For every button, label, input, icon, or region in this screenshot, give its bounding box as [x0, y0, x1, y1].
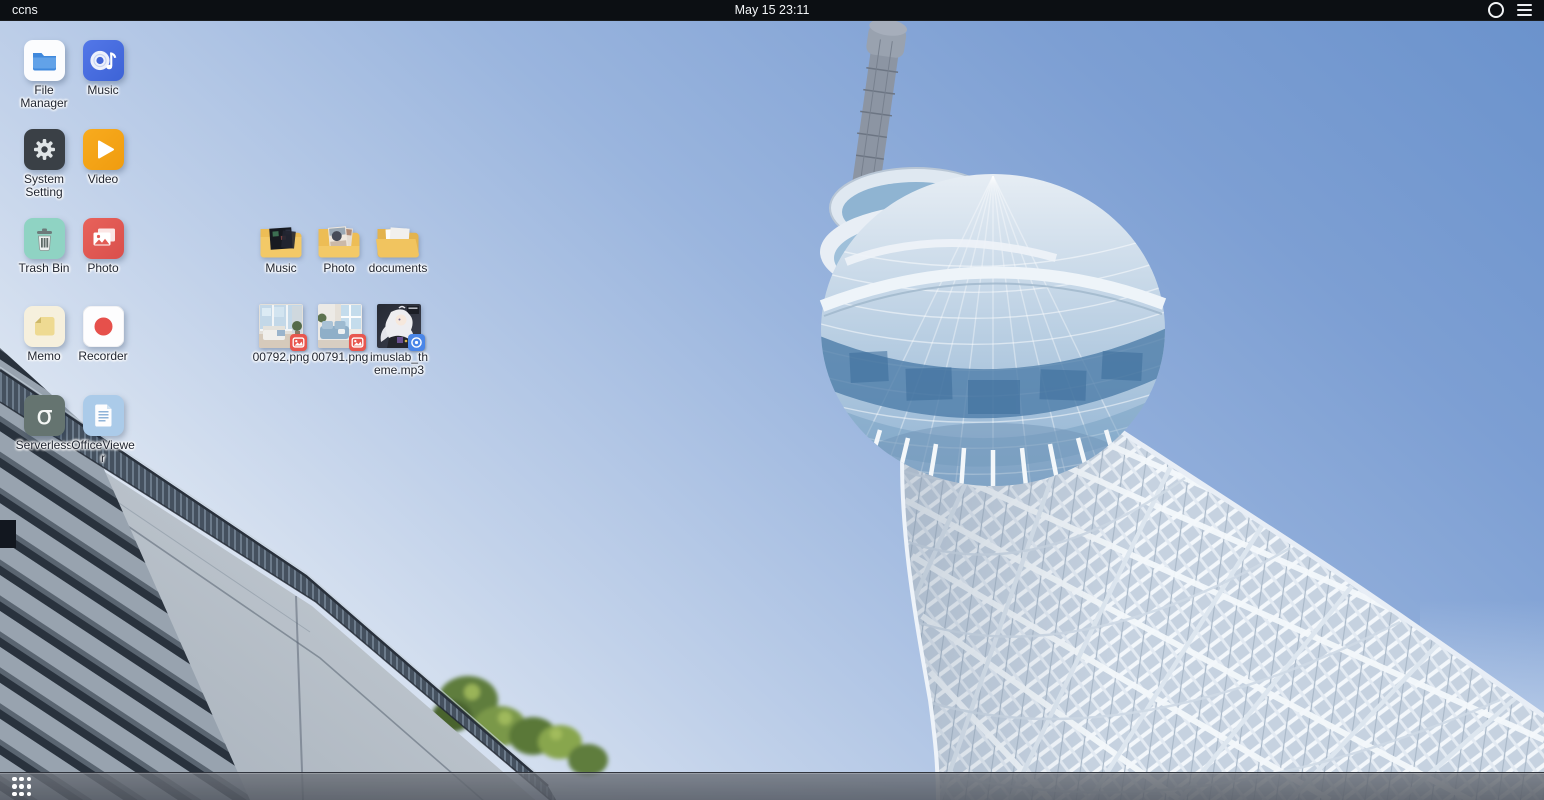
- folder-label: documents: [369, 262, 428, 275]
- music-app-icon: [83, 40, 124, 81]
- folder-icon: [258, 222, 304, 259]
- document-icon: [83, 395, 124, 436]
- sigma-icon: σ: [24, 395, 65, 436]
- desktop-icon-music-app[interactable]: Music: [71, 40, 135, 97]
- topbar-icons: [1488, 2, 1532, 18]
- desktop-icon-photo-app[interactable]: Photo: [71, 218, 135, 275]
- desktop-icon-trash-bin[interactable]: Trash Bin: [12, 218, 76, 275]
- desktop-icon-video[interactable]: Video: [71, 129, 135, 186]
- hostname-label: ccns: [12, 3, 38, 17]
- menu-icon[interactable]: [1517, 4, 1532, 17]
- open-folder-icon: [375, 222, 421, 259]
- folder-icon: [316, 222, 362, 259]
- clock-label: May 15 23:11: [0, 3, 1544, 17]
- image-badge-icon: [349, 334, 366, 351]
- icon-label: Trash Bin: [19, 262, 70, 275]
- image-badge-icon: [290, 334, 307, 351]
- app-launcher-button[interactable]: [12, 777, 31, 796]
- loading-circle-icon[interactable]: [1488, 2, 1504, 18]
- desktop-folder-photo[interactable]: Photo: [307, 222, 371, 275]
- desktop-icon-serverless[interactable]: σ Serverless: [12, 395, 76, 452]
- desktop-icon-file-manager[interactable]: File Manager: [12, 40, 76, 110]
- folder-label: Music: [265, 262, 296, 275]
- play-icon: [83, 129, 124, 170]
- desktop-folder-documents[interactable]: documents: [366, 222, 430, 275]
- desktop-file-00791-png[interactable]: 00791.png: [308, 304, 372, 364]
- icon-label: Video: [88, 173, 118, 186]
- icon-label: Serverless: [16, 439, 73, 452]
- desktop-icon-memo[interactable]: Memo: [12, 306, 76, 363]
- desktop-file-imuslab-theme-mp3[interactable]: imuslab_theme.mp3: [367, 304, 431, 377]
- icon-label: Music: [87, 84, 118, 97]
- top-bar: ccns May 15 23:11: [0, 0, 1544, 21]
- icon-label: File Manager: [12, 84, 76, 110]
- file-label: 00791.png: [312, 351, 369, 364]
- file-label: 00792.png: [253, 351, 310, 364]
- desktop-folder-music[interactable]: Music: [249, 222, 313, 275]
- trash-icon: [24, 218, 65, 259]
- photo-app-icon: [83, 218, 124, 259]
- file-manager-icon: [24, 40, 65, 81]
- app-grid-icon: [12, 777, 17, 782]
- desktop-icon-officeviewer[interactable]: OfficeViewer: [71, 395, 135, 465]
- icon-label: System Setting: [12, 173, 76, 199]
- sticky-note-icon: [24, 306, 65, 347]
- record-dot-icon: [83, 306, 124, 347]
- file-label: imuslab_theme.mp3: [367, 351, 431, 377]
- folder-label: Photo: [323, 262, 354, 275]
- audio-badge-icon: [408, 334, 425, 351]
- svg-text:σ: σ: [36, 401, 52, 431]
- desktop-icon-system-setting[interactable]: System Setting: [12, 129, 76, 199]
- desktop-file-00792-png[interactable]: 00792.png: [249, 304, 313, 364]
- wallpaper-skytree-photo: [0, 0, 1544, 800]
- gear-icon: [24, 129, 65, 170]
- desktop-screen: ccns May 15 23:11 File Manager Music: [0, 0, 1544, 800]
- icon-label: Photo: [87, 262, 118, 275]
- taskbar: [0, 772, 1544, 800]
- desktop-icon-recorder[interactable]: Recorder: [71, 306, 135, 363]
- icon-label: Memo: [27, 350, 60, 363]
- icon-label: OfficeViewer: [71, 439, 135, 465]
- icon-label: Recorder: [78, 350, 127, 363]
